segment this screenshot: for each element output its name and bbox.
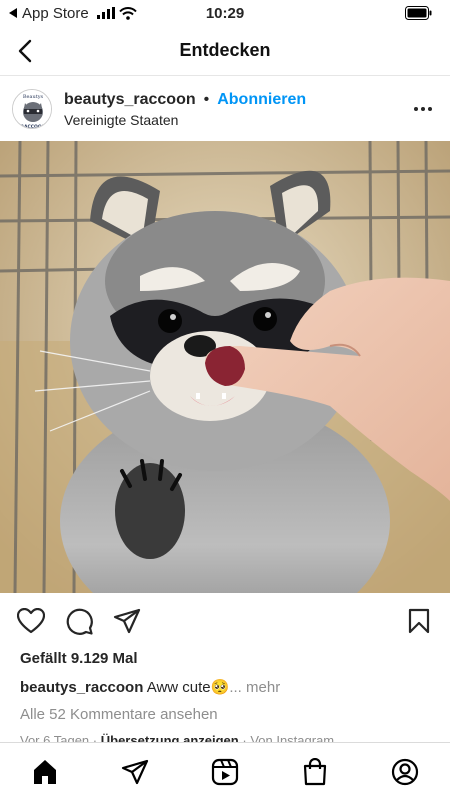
comment-icon bbox=[66, 608, 93, 635]
share-button[interactable] bbox=[112, 606, 142, 636]
tab-home[interactable] bbox=[25, 752, 65, 792]
caption-text: Aww cute🥺 bbox=[146, 679, 230, 696]
send-icon bbox=[121, 759, 149, 784]
post-username[interactable]: beautys_raccoon bbox=[64, 91, 196, 109]
tab-direct[interactable] bbox=[115, 752, 155, 792]
post-caption: beautys_raccoon Aww cute🥺... mehr bbox=[20, 678, 280, 696]
profile-icon bbox=[391, 758, 419, 785]
back-to-app[interactable]: App Store bbox=[8, 5, 137, 22]
home-icon bbox=[34, 759, 56, 784]
reels-icon bbox=[211, 758, 239, 785]
chevron-left-icon bbox=[18, 39, 32, 63]
post-photo[interactable] bbox=[0, 141, 450, 593]
bottom-tab-bar bbox=[0, 742, 450, 800]
like-button[interactable] bbox=[16, 606, 46, 636]
caption-more-link[interactable]: ... mehr bbox=[229, 679, 280, 696]
save-button[interactable] bbox=[404, 606, 434, 636]
nav-header: Entdecken bbox=[0, 26, 450, 76]
back-app-label: App Store bbox=[22, 4, 89, 22]
post-location[interactable]: Vereinigte Staaten bbox=[64, 112, 306, 128]
svg-text:Beautys: Beautys bbox=[23, 94, 44, 100]
battery-icon bbox=[405, 6, 432, 20]
wifi-icon bbox=[118, 6, 137, 20]
send-icon bbox=[113, 608, 141, 634]
likes-count[interactable]: Gefällt 9.129 Mal bbox=[20, 650, 138, 667]
raccoon-photo bbox=[0, 141, 450, 593]
cellular-signal-icon bbox=[96, 7, 115, 19]
shop-icon bbox=[303, 757, 327, 785]
more-options-button[interactable] bbox=[408, 94, 438, 124]
comment-button[interactable] bbox=[64, 606, 94, 636]
heart-icon bbox=[17, 608, 45, 634]
tab-shop[interactable] bbox=[295, 752, 335, 792]
tab-reels[interactable] bbox=[205, 752, 245, 792]
post-header: Beautys RACCOON beautys_raccoon • Abonni… bbox=[0, 78, 450, 140]
tab-profile[interactable] bbox=[385, 752, 425, 792]
more-horizontal-icon bbox=[414, 107, 432, 111]
status-bar: App Store 10:29 bbox=[0, 0, 450, 26]
separator-dot: • bbox=[203, 90, 210, 108]
follow-button[interactable]: Abonnieren bbox=[217, 91, 306, 109]
avatar[interactable]: Beautys RACCOON bbox=[12, 89, 52, 129]
caption-username[interactable]: beautys_raccoon bbox=[20, 679, 143, 696]
post-actions bbox=[0, 600, 450, 642]
bookmark-icon bbox=[408, 608, 430, 634]
raccoon-logo-avatar: Beautys RACCOON bbox=[13, 90, 51, 129]
page-title: Entdecken bbox=[179, 40, 271, 60]
svg-text:RACCOON: RACCOON bbox=[21, 124, 46, 129]
view-comments-link[interactable]: Alle 52 Kommentare ansehen bbox=[20, 706, 218, 723]
back-triangle-icon bbox=[9, 8, 17, 18]
back-button[interactable] bbox=[10, 36, 40, 66]
